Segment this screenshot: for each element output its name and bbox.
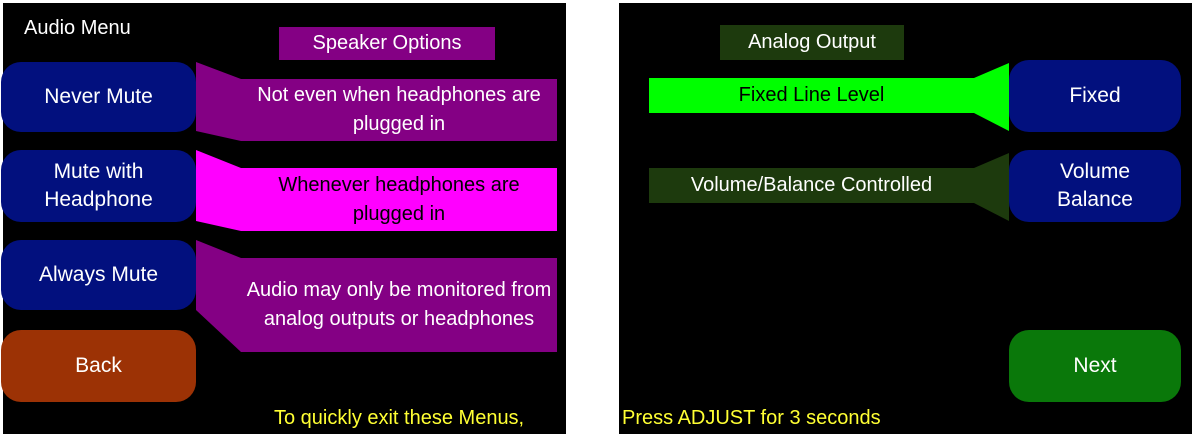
connector-never-mute (196, 62, 241, 141)
next-button[interactable]: Next (1009, 330, 1181, 402)
speaker-options-panel: Audio Menu Speaker Options Never Mute Mu… (1, 3, 566, 434)
footer-press-adjust-hint: Press ADJUST for 3 seconds (622, 407, 881, 429)
connector-mute-with-headphone (196, 150, 241, 231)
fixed-line-level-option: Fixed Line Level (649, 78, 974, 113)
connector-always-mute (196, 240, 241, 352)
connector-volume-balance (974, 153, 1009, 221)
analog-output-panel: Analog Output Fixed Line Level Volume/Ba… (619, 3, 1192, 434)
mute-with-headphone-button[interactable]: Mute with Headphone (1, 150, 196, 222)
always-mute-button[interactable]: Always Mute (1, 240, 196, 310)
never-mute-button[interactable]: Never Mute (1, 62, 196, 132)
connector-fixed (974, 63, 1009, 131)
back-button[interactable]: Back (1, 330, 196, 402)
never-mute-description: Not even when headphones are plugged in (241, 79, 557, 141)
always-mute-description: Audio may only be monitored from analog … (241, 258, 557, 352)
analog-output-header: Analog Output (720, 25, 904, 60)
menu-title: Audio Menu (24, 17, 131, 39)
fixed-button[interactable]: Fixed (1009, 60, 1181, 132)
footer-exit-hint: To quickly exit these Menus, (274, 407, 525, 429)
speaker-options-header: Speaker Options (279, 27, 495, 60)
volume-balance-controlled-option: Volume/Balance Controlled (649, 168, 974, 203)
volume-balance-button[interactable]: Volume Balance (1009, 150, 1181, 222)
mute-with-headphone-description: Whenever headphones are plugged in (241, 168, 557, 231)
